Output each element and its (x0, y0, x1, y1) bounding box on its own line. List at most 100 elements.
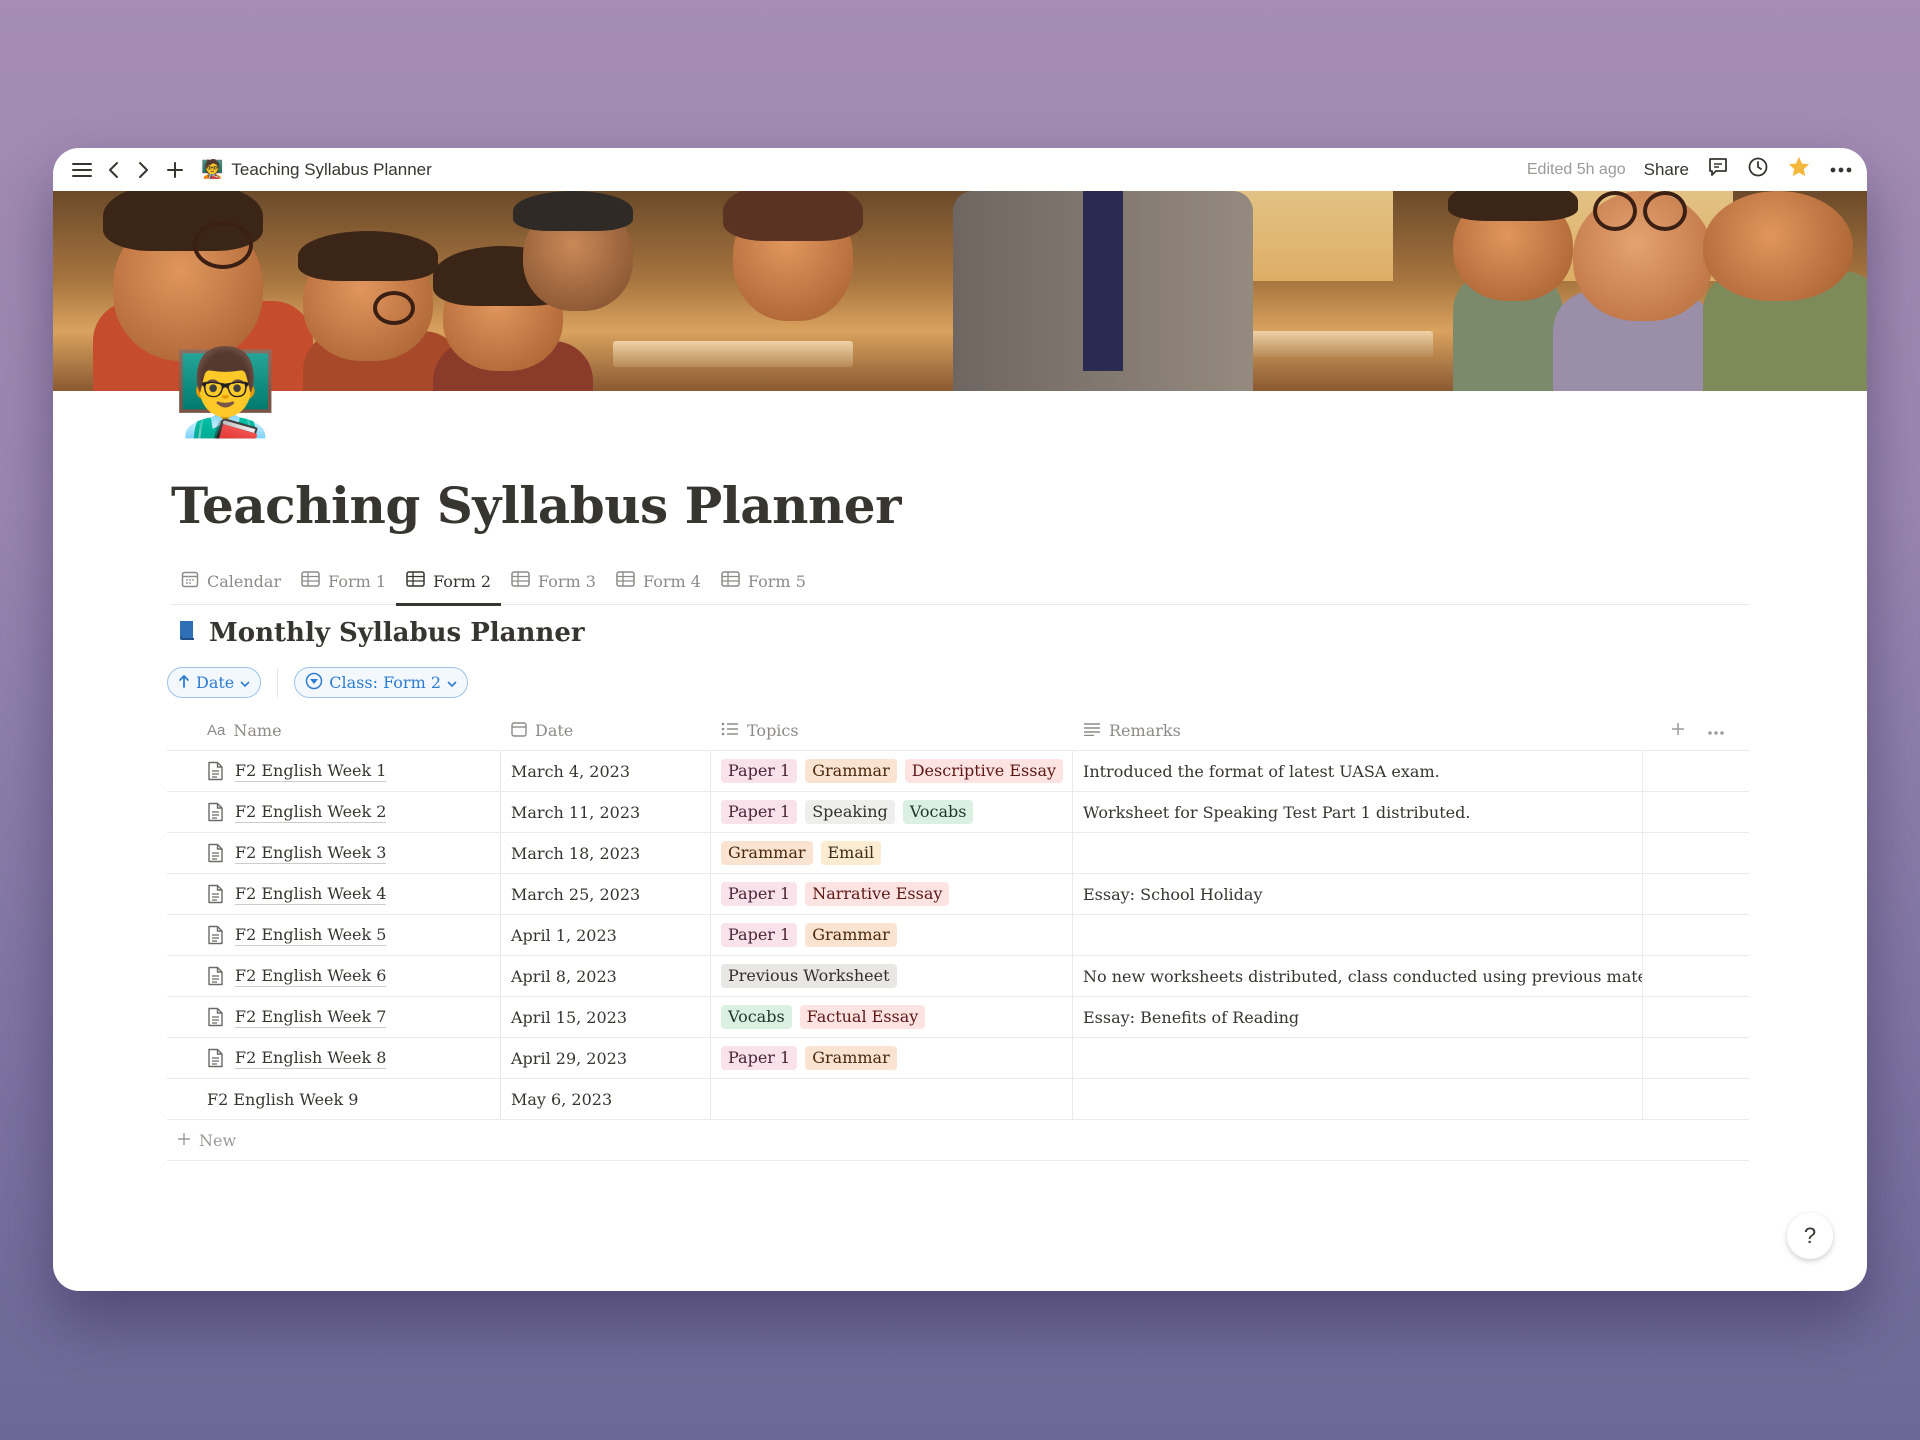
name-cell[interactable]: F2 English Week 5 (167, 915, 501, 955)
back-icon[interactable] (98, 155, 128, 185)
remarks-cell[interactable]: Worksheet for Speaking Test Part 1 distr… (1073, 792, 1643, 832)
tab-form-5[interactable]: Form 5 (711, 557, 816, 605)
table-row[interactable]: F2 English Week 9 May 6, 2023 (167, 1079, 1749, 1120)
database-title[interactable]: Monthly Syllabus Planner (177, 618, 585, 648)
topics-cell[interactable]: Previous Worksheet (711, 956, 1073, 996)
tab-form-3[interactable]: Form 3 (501, 557, 606, 605)
remarks-cell[interactable] (1073, 1079, 1643, 1119)
help-button[interactable]: ? (1787, 1213, 1833, 1259)
table-row[interactable]: F2 English Week 2 March 11, 2023 Paper 1 Sp… (167, 792, 1749, 833)
tab-form-2[interactable]: Form 2 (396, 557, 501, 606)
tab-form-4[interactable]: Form 4 (606, 557, 711, 605)
remarks-cell[interactable]: No new worksheets distributed, class con… (1073, 956, 1643, 996)
topic-tag: Paper 1 (721, 882, 798, 906)
name-cell[interactable]: F2 English Week 4 (167, 874, 501, 914)
new-row-button[interactable]: New (167, 1120, 1749, 1161)
comments-icon[interactable] (1707, 156, 1729, 183)
date-cell[interactable]: April 1, 2023 (501, 915, 711, 955)
row-name[interactable]: F2 English Week 6 (235, 966, 387, 987)
name-cell[interactable]: F2 English Week 8 (167, 1038, 501, 1078)
page-document-icon (207, 802, 225, 822)
remarks-cell[interactable]: Essay: Benefits of Reading (1073, 997, 1643, 1037)
row-name[interactable]: F2 English Week 8 (235, 1048, 387, 1069)
row-name[interactable]: F2 English Week 5 (235, 925, 387, 946)
remarks-cell[interactable]: Essay: School Holiday (1073, 874, 1643, 914)
topics-cell[interactable]: Grammar Email (711, 833, 1073, 873)
name-wrap: F2 English Week 8 (207, 1048, 387, 1069)
name-cell[interactable]: F2 English Week 7 (167, 997, 501, 1037)
empty-cell (1643, 997, 1749, 1037)
row-name[interactable]: F2 English Week 4 (235, 884, 387, 905)
topics-cell[interactable]: Vocabs Factual Essay (711, 997, 1073, 1037)
history-icon[interactable] (1747, 156, 1769, 183)
name-cell[interactable]: F2 English Week 6 (167, 956, 501, 996)
table-row[interactable]: F2 English Week 5 April 1, 2023 Paper 1 Gra… (167, 915, 1749, 956)
row-name[interactable]: F2 English Week 2 (235, 802, 387, 823)
table-row[interactable]: F2 English Week 4 March 25, 2023 Paper 1 Na… (167, 874, 1749, 915)
more-options-icon[interactable] (1707, 721, 1725, 740)
date-cell[interactable]: March 4, 2023 (501, 751, 711, 791)
table-row[interactable]: F2 English Week 1 March 4, 2023 Paper 1 Gra… (167, 751, 1749, 792)
remarks-cell[interactable]: Introduced the format of latest UASA exa… (1073, 751, 1643, 791)
topics-cell[interactable] (711, 1079, 1073, 1119)
page-title[interactable]: Teaching Syllabus Planner (171, 476, 901, 535)
breadcrumb[interactable]: Teaching Syllabus Planner (231, 160, 431, 180)
tab-calendar[interactable]: Calendar (171, 557, 291, 605)
empty-cell (1643, 792, 1749, 832)
cover-image[interactable] (53, 191, 1867, 391)
share-button[interactable]: Share (1644, 160, 1689, 180)
table-row[interactable]: F2 English Week 3 March 18, 2023 Grammar Em… (167, 833, 1749, 874)
menu-icon[interactable] (67, 155, 97, 185)
name-cell[interactable]: F2 English Week 9 (167, 1079, 501, 1119)
table-row[interactable]: F2 English Week 7 April 15, 2023 Vocabs Fac… (167, 997, 1749, 1038)
page-document-icon (207, 761, 225, 781)
table-row[interactable]: F2 English Week 6 April 8, 2023 Previous W… (167, 956, 1749, 997)
name-cell[interactable]: F2 English Week 3 (167, 833, 501, 873)
date-cell[interactable]: April 8, 2023 (501, 956, 711, 996)
name-cell[interactable]: F2 English Week 2 (167, 792, 501, 832)
date-cell[interactable]: March 25, 2023 (501, 874, 711, 914)
add-column-icon[interactable] (1671, 721, 1685, 740)
column-header-topics[interactable]: Topics (711, 711, 1073, 750)
row-name[interactable]: F2 English Week 1 (235, 761, 387, 782)
topics-cell[interactable]: Paper 1 Speaking Vocabs (711, 792, 1073, 832)
column-header-remarks[interactable]: Remarks (1073, 711, 1643, 750)
date-cell[interactable]: April 29, 2023 (501, 1038, 711, 1078)
table-icon (511, 571, 530, 591)
topic-tag: Speaking (805, 800, 895, 824)
page-icon[interactable]: 👨‍🏫 (173, 344, 278, 440)
sort-label: Date (196, 673, 235, 692)
filter-bar: Date Class: Form 2 (167, 667, 469, 698)
topics-cell[interactable]: Paper 1 Grammar Descriptive Essay (711, 751, 1073, 791)
tab-form-1[interactable]: Form 1 (291, 557, 396, 605)
empty-cell (1643, 833, 1749, 873)
row-name[interactable]: F2 English Week 9 (207, 1090, 358, 1109)
forward-icon[interactable] (129, 155, 159, 185)
tab-label: Form 1 (328, 571, 387, 591)
tab-label: Form 5 (747, 571, 806, 591)
date-cell[interactable]: April 15, 2023 (501, 997, 711, 1037)
topics-cell[interactable]: Paper 1 Narrative Essay (711, 874, 1073, 914)
favorite-star-icon[interactable] (1787, 155, 1811, 184)
empty-cell (1643, 956, 1749, 996)
add-page-icon[interactable] (160, 155, 190, 185)
remarks-cell[interactable] (1073, 833, 1643, 873)
topics-cell[interactable]: Paper 1 Grammar (711, 915, 1073, 955)
row-name[interactable]: F2 English Week 3 (235, 843, 387, 864)
topics-cell[interactable]: Paper 1 Grammar (711, 1038, 1073, 1078)
column-header-date[interactable]: Date (501, 711, 711, 750)
row-name[interactable]: F2 English Week 7 (235, 1007, 387, 1028)
class-filter-button[interactable]: Class: Form 2 (294, 667, 469, 698)
date-cell[interactable]: March 11, 2023 (501, 792, 711, 832)
date-cell[interactable]: May 6, 2023 (501, 1079, 711, 1119)
date-cell[interactable]: March 18, 2023 (501, 833, 711, 873)
name-cell[interactable]: F2 English Week 1 (167, 751, 501, 791)
table-row[interactable]: F2 English Week 8 April 29, 2023 Paper 1 Gr… (167, 1038, 1749, 1079)
remarks-cell[interactable] (1073, 915, 1643, 955)
empty-cell (1643, 915, 1749, 955)
sort-date-button[interactable]: Date (167, 667, 262, 698)
column-header-name[interactable]: Aa Name (167, 711, 501, 750)
more-options-icon[interactable] (1829, 161, 1853, 179)
remarks-cell[interactable] (1073, 1038, 1643, 1078)
filter-icon (305, 672, 323, 694)
